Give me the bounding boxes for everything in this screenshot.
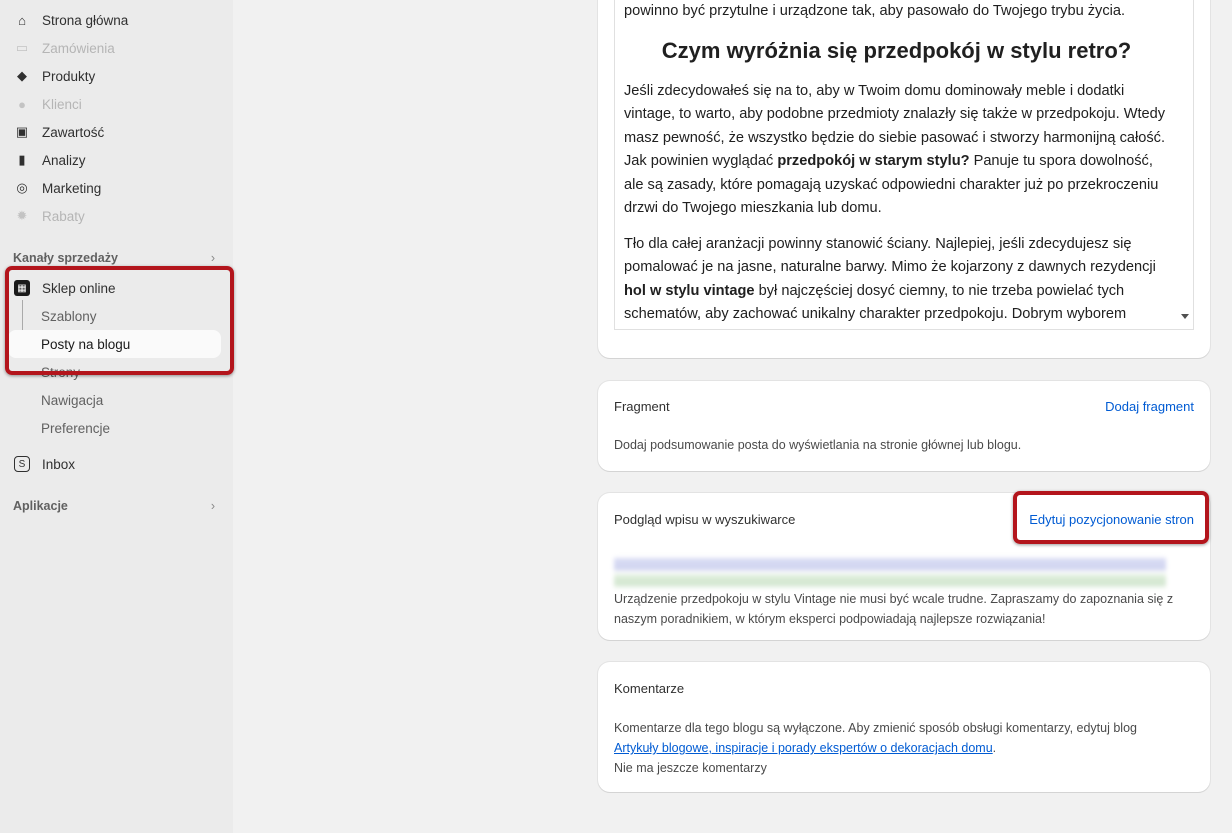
- content-card: powinno być przytulne i urządzone tak, a…: [598, 0, 1210, 358]
- nav-label: Zawartość: [42, 124, 105, 140]
- comments-text: Komentarze dla tego blogu są wyłączone. …: [614, 718, 1194, 778]
- nav-preferences[interactable]: Preferencje: [8, 414, 221, 442]
- nav-content[interactable]: ▣ Zawartość: [8, 118, 221, 146]
- text: Komentarze dla tego blogu są wyłączone. …: [614, 721, 1137, 735]
- inbox-app-icon: S: [14, 456, 30, 472]
- nav-label: Nawigacja: [41, 392, 104, 408]
- tag-icon: ◆: [17, 68, 27, 83]
- target-icon: ◎: [16, 180, 28, 195]
- person-icon: ●: [18, 96, 26, 112]
- fragment-card: Fragment Dodaj fragment Dodaj podsumowan…: [598, 381, 1210, 471]
- nav-label: Preferencje: [41, 420, 111, 436]
- bar-chart-icon: ▮: [18, 152, 26, 167]
- text: Tło dla całej aranżacji powinny stanowić…: [624, 235, 1156, 276]
- nav-discounts[interactable]: ✹ Rabaty: [8, 202, 221, 230]
- nav-label: Produkty: [42, 68, 96, 84]
- content-editor[interactable]: powinno być przytulne i urządzone tak, a…: [614, 0, 1194, 330]
- nav-label: Marketing: [42, 180, 102, 196]
- nav-navigation[interactable]: Nawigacja: [8, 386, 221, 414]
- card-title: Podgląd wpisu w wyszukiwarce: [614, 512, 796, 527]
- nav-marketing[interactable]: ◎ Marketing: [8, 174, 221, 202]
- section-label: Aplikacje: [13, 499, 68, 513]
- nav-home[interactable]: ⌂ Strona główna: [8, 6, 221, 34]
- chevron-right-icon: ›: [210, 499, 215, 513]
- card-title: Fragment: [614, 399, 670, 414]
- editor-scrollbar[interactable]: [1176, 0, 1193, 329]
- bold-text: przedpokój w starym stylu?: [777, 153, 970, 169]
- comments-card: Komentarze Komentarze dla tego blogu są …: [598, 662, 1210, 792]
- inbox-tray-icon: ▭: [15, 40, 29, 55]
- nav-label: Rabaty: [42, 208, 85, 224]
- home-icon: ⌂: [18, 12, 26, 28]
- paragraph: Jeśli zdecydowałeś się na to, aby w Twoi…: [624, 80, 1169, 221]
- heading: Czym wyróżnia się przedpokój w stylu ret…: [661, 37, 1132, 63]
- card-title: Komentarze: [614, 681, 685, 696]
- content-icon: ▣: [15, 124, 29, 139]
- text: .: [992, 741, 997, 755]
- nav-analytics[interactable]: ▮ Analizy: [8, 146, 221, 174]
- blurred-search-preview: [614, 549, 1166, 589]
- section-label: Kanały sprzedaży: [13, 251, 118, 265]
- nav-customers[interactable]: ● Klienci: [8, 90, 221, 118]
- nav-orders[interactable]: ▭ Zamówienia: [8, 34, 221, 62]
- nav-products[interactable]: ◆ Produkty: [8, 62, 221, 90]
- card-text: Dodaj podsumowanie posta do wyświetlania…: [614, 438, 1022, 452]
- sidebar: ⌂ Strona główna ▭ Zamówienia ◆ Produkty ● Kl…: [0, 0, 234, 833]
- nav-label: Inbox: [42, 456, 76, 472]
- nav-label: Analizy: [42, 152, 86, 168]
- nav-label: Strona główna: [42, 12, 129, 28]
- bold-text: hol w stylu vintage: [624, 282, 755, 299]
- highlight-box: [5, 266, 234, 375]
- discount-icon: ✹: [16, 208, 28, 223]
- blog-link[interactable]: Artykuły blogowe, inspiracje i porady ek…: [614, 741, 993, 755]
- no-comments-text: Nie ma jeszcze komentarzy: [614, 761, 767, 775]
- apps-header[interactable]: Aplikacje ›: [13, 499, 215, 513]
- paragraph: Tło dla całej aranżacji powinny stanowić…: [624, 233, 1169, 330]
- highlight-box: [1013, 491, 1209, 544]
- nav-label: Klienci: [42, 96, 82, 112]
- sales-channels-header[interactable]: Kanały sprzedaży ›: [13, 251, 215, 265]
- chevron-right-icon: ›: [210, 251, 215, 265]
- add-fragment-button[interactable]: Dodaj fragment: [1105, 399, 1194, 414]
- paragraph: powinno być przytulne i urządzone tak, a…: [624, 3, 1126, 19]
- seo-description: Urządzenie przedpokoju w stylu Vintage n…: [614, 592, 1174, 626]
- nav-inbox[interactable]: S Inbox: [8, 450, 221, 478]
- nav-label: Zamówienia: [42, 40, 115, 56]
